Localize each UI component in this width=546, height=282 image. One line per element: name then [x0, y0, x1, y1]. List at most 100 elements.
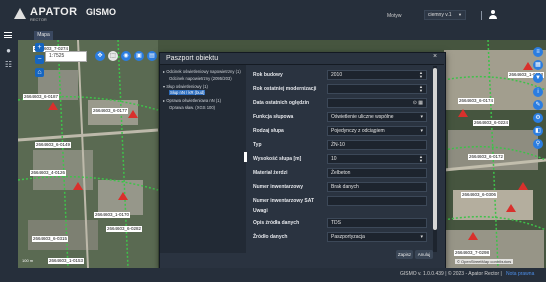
theme-select-value: ciemny v.1: [428, 12, 452, 18]
settings-icon[interactable]: ⚙: [533, 113, 543, 123]
map-label: 2664603_6-0187: [23, 94, 60, 100]
chevron-down-icon: ▼: [458, 12, 462, 17]
field-label: Opis źródła danych: [253, 220, 300, 226]
field-label: Typ: [253, 142, 262, 148]
field-label: Materiał żerdzi: [253, 170, 288, 176]
map-label: 2664603_4-0126: [30, 170, 67, 176]
field-label: Numer inwentarzowy SAT: [253, 198, 315, 204]
chevron-down-icon: ▾: [420, 128, 423, 134]
field-label: Źródło danych: [253, 234, 288, 240]
edit-icon[interactable]: ✎: [533, 100, 543, 110]
legend-icon[interactable]: ☷: [4, 60, 13, 69]
home-extent-icon[interactable]: ⌂: [35, 68, 44, 77]
tree-item[interactable]: Odcinek napowietrzny (2095/203): [169, 76, 232, 81]
numer-inwentarzowy-sat-input[interactable]: [327, 196, 427, 206]
scrollbar-thumb[interactable]: [433, 68, 437, 230]
numer-inwentarzowy-input[interactable]: Brak danych: [327, 182, 427, 192]
tree-item[interactable]: Oprawa sław. (XGS 100): [169, 105, 215, 110]
tab-bar: [0, 30, 546, 40]
field-label: Rok budowy: [253, 72, 283, 78]
basemap-icon[interactable]: ▦: [533, 60, 543, 70]
menu-line: [4, 32, 12, 34]
print-tool-icon[interactable]: ▤: [147, 51, 157, 61]
zrodlo-danych-select[interactable]: Paszportyzacja ▾: [327, 232, 427, 242]
field-label: Wysokość słupa [m]: [253, 156, 302, 162]
field-label: Rodzaj słupa: [253, 128, 284, 134]
field-value: TDS: [331, 220, 341, 226]
legal-note-link[interactable]: Nota prawna: [506, 271, 534, 277]
data-ogledzin-input[interactable]: ⊙ ▦: [327, 98, 427, 108]
status-text: GISMO v. 1.0.0.439 | © 2023 - Apator Rec…: [400, 271, 502, 277]
tree-item[interactable]: ▸ Odcinek oświetleniowy napowietrzny (1): [163, 69, 241, 74]
funkcja-slupowa-select[interactable]: Oświetlenie uliczne wspólne ▾: [327, 112, 427, 122]
filter-icon[interactable]: ▼: [533, 73, 543, 83]
map-label: 2664603_1-0153: [48, 258, 85, 264]
rok-modernizacji-input[interactable]: ▲ ▼: [327, 84, 427, 94]
map-label: 2664603_6-0149: [35, 142, 72, 148]
wysokosc-input[interactable]: 10 ▲ ▼: [327, 154, 427, 164]
user-icon-head: [491, 10, 495, 14]
logo-sub: RECTOR: [30, 17, 47, 22]
tree-item-label: Słup oświetleniowy (1): [166, 84, 208, 89]
report-icon[interactable]: ◧: [533, 126, 543, 136]
layers-panel-icon[interactable]: ≡: [533, 47, 543, 57]
cancel-button[interactable]: Anuluj: [415, 250, 433, 259]
field-value: 10: [331, 156, 337, 162]
zoom-in-button[interactable]: +: [35, 43, 44, 52]
side-toolbar: ● ☷: [0, 40, 18, 268]
spinner-icon[interactable]: ▲ ▼: [419, 71, 423, 79]
tab-mapa[interactable]: Mapa: [34, 31, 53, 40]
chevron-down-icon: ▾: [420, 114, 423, 120]
close-icon[interactable]: ×: [433, 53, 437, 60]
scale-input[interactable]: 1:7525: [45, 51, 87, 62]
map-label: 2664603_6-0282: [106, 226, 143, 232]
map-label: 2664603_6-0315: [32, 236, 69, 242]
field-label: Data ostatnich oględzin: [253, 100, 310, 106]
theme-select[interactable]: ciemny v.1 ▼: [424, 10, 466, 20]
user-icon[interactable]: [488, 10, 498, 20]
rok-budowy-input[interactable]: 2010 ▲ ▼: [327, 70, 427, 80]
map-label: 2664603_6-0172: [468, 154, 505, 160]
hamburger-menu-icon[interactable]: [4, 31, 12, 39]
typ-input[interactable]: ŻN-10: [327, 140, 427, 150]
field-label: Rok ostatniej modernizacji: [253, 86, 317, 92]
tree-item-label: Oprawa sław. (XGS 100): [169, 105, 216, 110]
header-divider: [481, 11, 482, 20]
menu-line: [4, 37, 12, 39]
tree-item-label: Odcinek napowietrzny (2095/203): [169, 76, 232, 81]
menu-line: [4, 34, 12, 36]
field-value: Paszportyzacja: [331, 234, 365, 240]
scale-value: 1:7525: [49, 53, 65, 59]
measure-tool-icon[interactable]: ◉: [121, 51, 131, 61]
material-input[interactable]: Żelbeton: [327, 168, 427, 178]
map-label: 2664603_6-0306: [461, 192, 498, 198]
spinner-icon[interactable]: ▲ ▼: [419, 155, 423, 163]
tree-item-label: Odcinek oświetleniowy napowietrzny (1): [166, 69, 241, 74]
panel-splitter-handle[interactable]: [244, 152, 247, 162]
rodzaj-slupa-select[interactable]: Pojedynczy z odciągiem ▾: [327, 126, 427, 136]
tree-item[interactable]: ▸ Oprawa oświetleniowa nN (1): [163, 98, 221, 103]
location-pin-icon[interactable]: ⚲: [533, 139, 543, 149]
layers-icon[interactable]: ●: [4, 46, 13, 55]
map-label: 2664603_7-0298: [454, 250, 491, 256]
map-scalebar: 100 m: [22, 258, 34, 263]
field-value: Żelbeton: [331, 170, 351, 176]
user-icon-body: [489, 15, 497, 19]
info-icon[interactable]: i: [533, 87, 543, 97]
pan-tool-icon[interactable]: ✥: [95, 51, 105, 61]
field-value: Oświetlenie uliczne wspólne: [331, 114, 394, 120]
field-label: Funkcja słupowa: [253, 114, 294, 120]
zoom-out-button[interactable]: −: [35, 55, 44, 64]
tree-item[interactable]: ▾ Słup oświetleniowy (1): [163, 84, 208, 89]
select-tool-icon[interactable]: ⬚: [108, 51, 118, 61]
save-button[interactable]: Zapisz: [396, 250, 413, 259]
map-attribution: © OpenStreetMap contributors: [455, 259, 514, 264]
field-label: Uwagi: [253, 208, 268, 214]
calendar-icon[interactable]: ⊙ ▦: [413, 100, 423, 107]
tree-item-selected[interactable]: Słup nN / kR (bud): [169, 90, 206, 95]
opis-zrodla-input[interactable]: TDS: [327, 218, 427, 228]
spinner-icon[interactable]: ▲ ▼: [419, 85, 423, 93]
info-tool-icon[interactable]: ▣: [134, 51, 144, 61]
apator-logo: APATOR RECTOR: [14, 6, 77, 24]
chevron-down-icon: ▾: [420, 234, 423, 240]
